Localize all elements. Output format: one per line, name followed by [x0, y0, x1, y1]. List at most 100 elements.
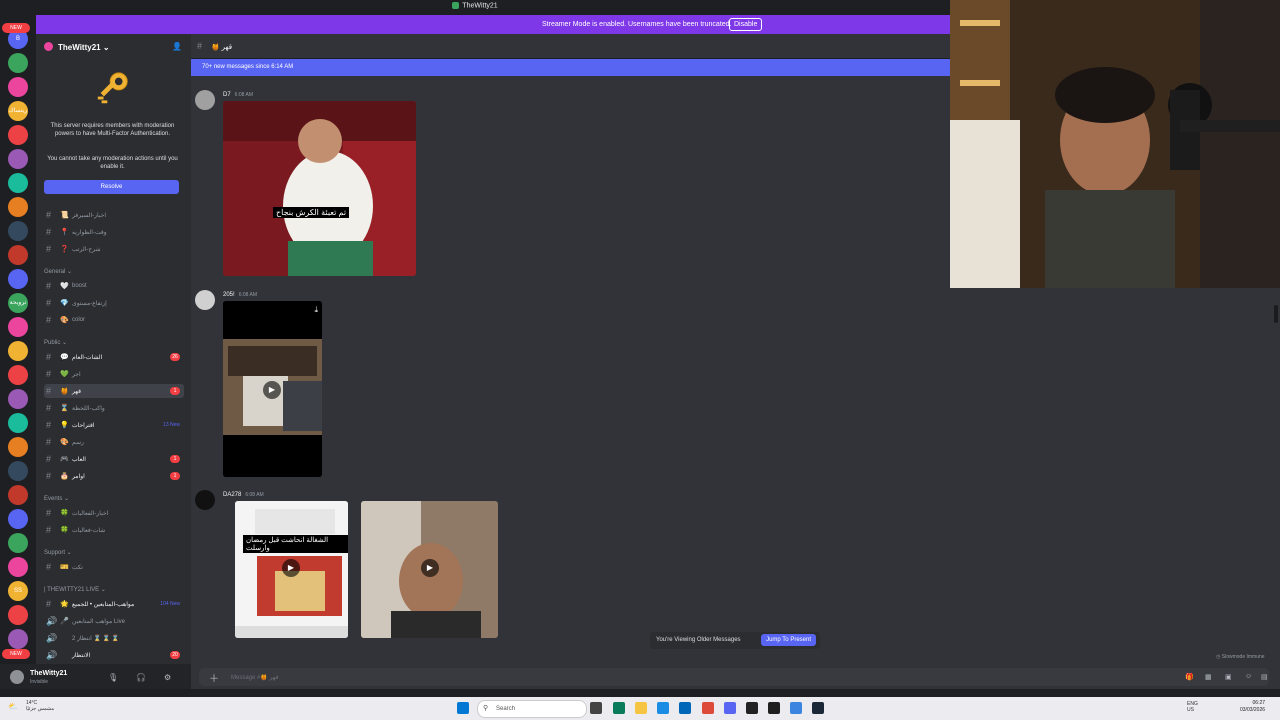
channel-item[interactable]: # 🤍 boost: [44, 279, 184, 293]
store-icon[interactable]: [679, 702, 691, 714]
gif-icon[interactable]: ▦: [1205, 673, 1212, 681]
server-icon[interactable]: SS: [8, 581, 28, 601]
server-icon[interactable]: [8, 509, 28, 529]
server-icon[interactable]: [8, 53, 28, 73]
message-avatar[interactable]: [195, 290, 215, 310]
channel-item[interactable]: # ❓ شرح-الرتب: [44, 242, 184, 256]
gift-icon[interactable]: 🎁: [1185, 673, 1194, 681]
server-name[interactable]: TheWitty21 ⌄: [58, 43, 110, 52]
server-icon[interactable]: [8, 197, 28, 217]
channel-item[interactable]: # 🍀 اخبار-الفعاليات: [44, 506, 184, 520]
message-author[interactable]: DA278 6:08 AM: [223, 492, 264, 498]
channel-item[interactable]: # 🎨 رسم: [44, 435, 184, 449]
server-icon[interactable]: [8, 221, 28, 241]
channel-item[interactable]: # 💚 اجر: [44, 367, 184, 381]
channel-item[interactable]: # 🎫 تكت: [44, 560, 184, 574]
server-icon[interactable]: [8, 533, 28, 553]
edge-icon[interactable]: [657, 702, 669, 714]
discord-taskbar-icon[interactable]: [724, 702, 736, 714]
task-view-icon[interactable]: [590, 702, 602, 714]
channel-item[interactable]: # 💎 إرتفاع-مستوى: [44, 296, 184, 310]
obs-icon[interactable]: [746, 702, 758, 714]
channel-item[interactable]: # 🌟 مواهب-المتابعين • للجميع 104 New: [44, 597, 184, 611]
message-avatar[interactable]: [195, 490, 215, 510]
server-icon[interactable]: [8, 605, 28, 625]
sticker-icon[interactable]: ▣: [1225, 673, 1232, 681]
jump-to-present-button[interactable]: Jump To Present: [761, 634, 816, 646]
channel-item[interactable]: # 💬 الشات-العام 26: [44, 350, 184, 364]
server-icon[interactable]: [8, 149, 28, 169]
play-icon[interactable]: ▶: [421, 559, 439, 577]
server-icon[interactable]: [8, 413, 28, 433]
invite-icon[interactable]: 👤: [172, 42, 182, 51]
server-icon[interactable]: [8, 437, 28, 457]
message-input[interactable]: Message #🍯 قهر: [231, 674, 278, 681]
message-author[interactable]: 205! 6:08 AM: [223, 292, 257, 298]
server-icon[interactable]: [8, 245, 28, 265]
microphone-icon[interactable]: 🎙: [108, 673, 118, 682]
add-attachment-icon[interactable]: ＋: [209, 670, 219, 685]
channel-item[interactable]: # 🎂 اوامر 1: [44, 469, 184, 483]
weather-widget[interactable]: 14°C مشمس جزئيًا: [26, 700, 54, 712]
file-explorer-icon[interactable]: [635, 702, 647, 714]
server-icon[interactable]: [8, 173, 28, 193]
server-icon[interactable]: [8, 269, 28, 289]
server-header[interactable]: TheWitty21 ⌄ 👤: [36, 34, 191, 58]
channel-item[interactable]: # 🍀 شات-فعاليات: [44, 523, 184, 537]
message-author[interactable]: D7 6:08 AM: [223, 92, 253, 98]
server-icon[interactable]: [8, 341, 28, 361]
new-messages-bar[interactable]: 70+ new messages since 6:14 AM: [191, 59, 950, 76]
channel-item[interactable]: # 📍 وقت-الظواريه: [44, 225, 184, 239]
system-clock[interactable]: 06:27 03/03/2026: [1240, 700, 1265, 714]
gear-icon[interactable]: ⚙: [164, 673, 171, 682]
message-image[interactable]: تم تعبئة الكرش بنجاح: [223, 101, 416, 276]
channel-item[interactable]: 🔊 انتظار 2 ⌛ ⌛ ⌛: [44, 631, 184, 645]
channel-item[interactable]: # 🎨 color: [44, 313, 184, 327]
steam-icon[interactable]: [812, 702, 824, 714]
chrome-icon[interactable]: [702, 702, 714, 714]
channel-item[interactable]: 🔊 🎤 مواهب المتابعين Live: [44, 614, 184, 628]
server-icon[interactable]: [8, 77, 28, 97]
apps-icon[interactable]: ▤: [1261, 673, 1268, 681]
server-icon[interactable]: [8, 365, 28, 385]
message-video[interactable]: ⤓ ▶: [223, 301, 322, 477]
copilot-icon[interactable]: [613, 702, 625, 714]
category-public[interactable]: Public ⌄: [44, 339, 67, 346]
category-general[interactable]: General ⌄: [44, 268, 72, 275]
server-icon[interactable]: [8, 317, 28, 337]
message-video[interactable]: الشغالة انحاشت قبل رمضان وارسلت ▶: [235, 501, 348, 638]
terminal-icon[interactable]: [768, 702, 780, 714]
scrollbar[interactable]: [1274, 305, 1278, 323]
channel-item[interactable]: # 📜 اخبار-السيرفر: [44, 208, 184, 222]
resolve-button[interactable]: Resolve: [44, 180, 179, 194]
server-icon[interactable]: ريتساك: [8, 101, 28, 121]
server-icon[interactable]: [8, 461, 28, 481]
category-events[interactable]: Events ⌄: [44, 495, 69, 502]
emoji-icon[interactable]: ☺: [1245, 673, 1252, 680]
message-input-box[interactable]: ＋ Message #🍯 قهر 🎁 ▦ ▣ ☺ ▤: [199, 668, 1269, 686]
message-video[interactable]: ▶: [361, 501, 498, 638]
category-support[interactable]: Support ⌄: [44, 549, 72, 556]
disable-streamer-button[interactable]: Disable: [729, 18, 763, 31]
channel-item[interactable]: # 🎮 العاب 1: [44, 452, 184, 466]
channel-item[interactable]: # 🍯 قهر 1: [44, 384, 184, 398]
language-indicator[interactable]: ENG US: [1187, 701, 1198, 713]
start-icon[interactable]: [457, 702, 469, 714]
taskbar-search[interactable]: ⚲ Search: [477, 700, 587, 718]
play-icon[interactable]: ▶: [263, 381, 281, 399]
channel-item[interactable]: # ⌛ واكب-اللحظة: [44, 401, 184, 415]
server-icon[interactable]: [8, 125, 28, 145]
channel-item[interactable]: 🔊 الانتظار 20: [44, 648, 184, 662]
server-icon[interactable]: ترويحة: [8, 293, 28, 313]
server-icon[interactable]: [8, 389, 28, 409]
download-icon[interactable]: ⤓: [314, 305, 318, 315]
channel-item[interactable]: # 💡 اقتراحات 13 New: [44, 418, 184, 432]
category-live[interactable]: | THEWITTY21 LIVE ⌄: [44, 586, 106, 593]
headphones-icon[interactable]: 🎧: [136, 673, 146, 682]
play-icon[interactable]: ▶: [282, 559, 300, 577]
message-avatar[interactable]: [195, 90, 215, 110]
user-avatar[interactable]: [10, 670, 24, 684]
app-icon[interactable]: [790, 702, 802, 714]
server-icon[interactable]: [8, 557, 28, 577]
server-icon[interactable]: [8, 629, 28, 649]
